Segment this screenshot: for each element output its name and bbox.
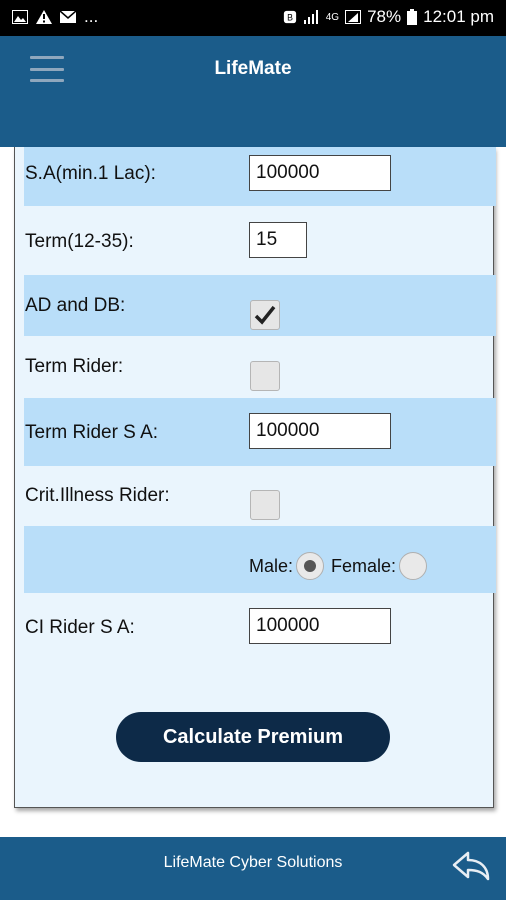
term-rider-sa-input[interactable]: 100000 <box>249 413 391 449</box>
app-title: LifeMate <box>214 58 292 79</box>
signal-strength-icon <box>345 10 362 24</box>
alert-icon <box>36 10 52 24</box>
term-row: Term(12-35): 15 <box>24 206 496 275</box>
crit-illness-checkbox[interactable] <box>250 490 280 520</box>
calculate-premium-button[interactable]: Calculate Premium <box>116 712 390 762</box>
term-rider-label: Term Rider: <box>25 356 124 377</box>
footer-text: LifeMate Cyber Solutions <box>163 854 343 871</box>
gender-row: Male: Female: <box>24 526 496 593</box>
network-type: 4G <box>325 11 340 23</box>
app-bar: LifeMate <box>0 36 506 147</box>
premium-form-card: S.A(min.1 Lac): 100000 Term(12-35): 15 A… <box>14 147 496 808</box>
footer-bar: LifeMate Cyber Solutions <box>0 837 506 900</box>
term-input[interactable]: 15 <box>249 222 307 258</box>
image-icon <box>12 10 28 24</box>
signal-icon <box>303 10 318 24</box>
radio-selected-dot <box>304 560 317 572</box>
term-rider-row: Term Rider: <box>24 336 496 398</box>
crit-illness-row: Crit.Illness Rider: <box>24 466 496 526</box>
data-saver-icon: B <box>283 10 296 24</box>
clock: 12:01 pm <box>423 7 494 26</box>
term-rider-sa-label: Term Rider S A: <box>25 422 159 443</box>
battery-percent: 78% <box>367 7 402 26</box>
male-label: Male: <box>249 555 294 576</box>
sum-assured-input[interactable]: 100000 <box>249 155 391 191</box>
ci-rider-sa-input[interactable]: 100000 <box>249 608 391 644</box>
ad-db-checkbox[interactable] <box>250 300 280 330</box>
status-bar: ... B 4G 78% 12:01 pm <box>0 0 506 36</box>
ci-rider-sa-label: CI Rider S A: <box>25 617 135 638</box>
status-left: ... <box>12 7 98 27</box>
crit-illness-label: Crit.Illness Rider: <box>25 485 170 506</box>
gender-radio-group: Male: Female: <box>249 552 430 580</box>
svg-text:B: B <box>287 13 293 23</box>
ad-db-label: AD and DB: <box>25 295 126 316</box>
mail-icon <box>60 10 76 23</box>
term-label: Term(12-35): <box>25 231 134 252</box>
ad-db-row: AD and DB: <box>24 275 496 336</box>
ci-rider-sa-row: CI Rider S A: 100000 <box>24 593 496 659</box>
term-rider-sa-row: Term Rider S A: 100000 <box>24 398 496 466</box>
status-right: B 4G 78% 12:01 pm <box>282 7 494 27</box>
battery-icon <box>407 9 418 25</box>
more-notifications: ... <box>84 7 99 26</box>
term-rider-checkbox[interactable] <box>250 361 280 391</box>
female-radio[interactable] <box>399 552 428 580</box>
male-radio[interactable] <box>296 552 325 580</box>
back-arrow-icon[interactable] <box>450 847 492 887</box>
checkmark-icon <box>254 305 276 325</box>
sum-assured-label: S.A(min.1 Lac): <box>25 163 156 184</box>
female-label: Female: <box>331 555 397 576</box>
sum-assured-row: S.A(min.1 Lac): 100000 <box>24 147 496 206</box>
